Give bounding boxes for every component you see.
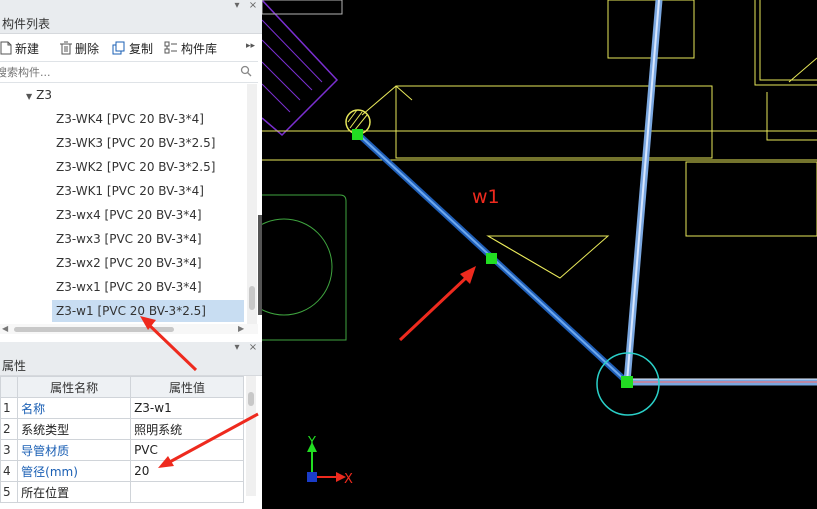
pipe-label: w1 [472,186,500,208]
green-outline [262,194,347,341]
left-panel: 构件列表 ▾ × 新建 删除 复制 构件库 ▸▸ ▼Z3 Z3-WK4 [PVC [0,0,262,509]
vertical-pipe-highlight [626,0,660,383]
yellow-line [788,57,817,83]
ucs-origin [307,472,317,482]
cad-canvas[interactable]: w1 Y X [262,0,817,509]
panel-annotation-layer [140,316,259,468]
yellow-rectangle [395,85,713,159]
annotation-arrow-to-item [144,320,198,372]
yellow-outline [759,0,817,81]
ucs-x-label: X [344,472,353,487]
ucs-y-label: Y [307,435,316,450]
yellow-line [487,235,561,279]
green-circle [262,218,333,316]
yellow-rectangle [607,0,695,59]
annotation-arrow-to-grip [398,274,470,342]
yellow-outline [766,92,817,141]
yellow-outline [754,0,817,86]
grip-start[interactable] [352,129,363,140]
yellow-rectangle [685,161,817,237]
yellow-line [395,85,413,101]
annotation-arrow-to-diameter [165,412,259,466]
purple-hatch [262,19,323,113]
grip-end[interactable] [621,376,633,388]
purple-outline [262,0,339,137]
drawing-layer[interactable]: w1 Y X [262,0,817,509]
grip-midpoint[interactable] [486,253,497,264]
yellow-line [361,85,397,116]
